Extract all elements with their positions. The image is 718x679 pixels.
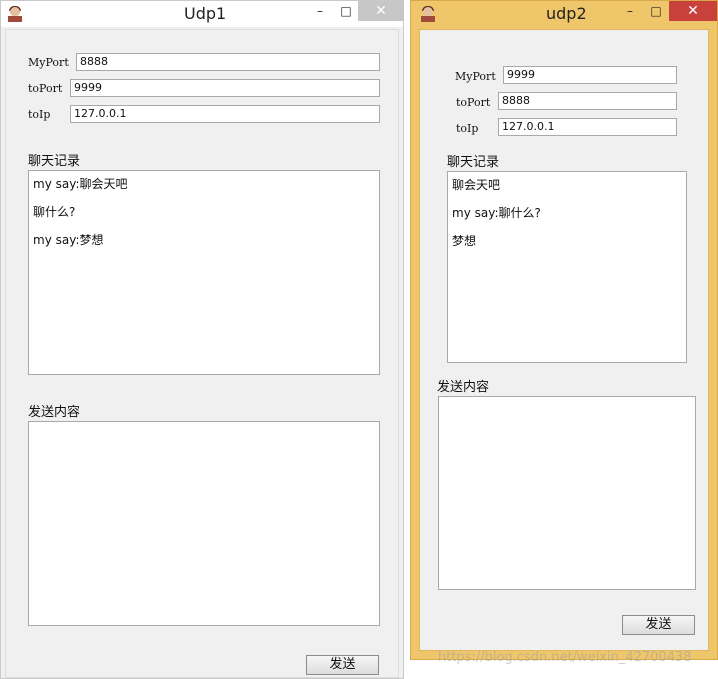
- toip-label: toIp: [28, 108, 51, 121]
- chat-message: my say:聊什么?: [452, 206, 541, 220]
- chat-message: 聊什么?: [33, 205, 76, 219]
- toip-input[interactable]: 127.0.0.1: [498, 118, 677, 136]
- chat-history-box[interactable]: 聊会天吧 my say:聊什么? 梦想: [447, 171, 687, 363]
- maximize-button[interactable]: □: [334, 1, 358, 21]
- maximize-button[interactable]: □: [643, 1, 669, 21]
- toport-input[interactable]: 8888: [498, 92, 677, 110]
- title-bar[interactable]: Udp1 – □ ✕: [1, 1, 404, 27]
- chat-message: 梦想: [452, 234, 477, 248]
- window-title: udp2: [546, 4, 587, 23]
- myport-label: MyPort: [455, 70, 496, 83]
- send-content-input[interactable]: [28, 421, 380, 626]
- send-button[interactable]: 发送: [622, 615, 695, 635]
- chat-history-box[interactable]: my say:聊会天吧 聊什么? my say:梦想: [28, 170, 380, 375]
- chat-history-label: 聊天记录: [447, 155, 500, 170]
- chat-message: 聊会天吧: [452, 178, 501, 192]
- send-content-input[interactable]: [438, 396, 696, 590]
- toport-label: toPort: [456, 96, 491, 109]
- minimize-button[interactable]: –: [617, 1, 643, 21]
- close-button[interactable]: ✕: [358, 1, 404, 21]
- toport-label: toPort: [28, 82, 63, 95]
- myport-input[interactable]: 8888: [76, 53, 380, 71]
- minimize-button[interactable]: –: [306, 1, 334, 21]
- chat-message: my say:梦想: [33, 233, 104, 247]
- toport-input[interactable]: 9999: [70, 79, 380, 97]
- title-bar[interactable]: udp2 – □ ✕: [411, 1, 717, 27]
- send-content-label: 发送内容: [437, 380, 490, 395]
- send-content-label: 发送内容: [28, 405, 81, 420]
- chat-message: my say:聊会天吧: [33, 177, 128, 191]
- udp2-window: udp2 – □ ✕ MyPort 9999 toPort 8888 toIp …: [410, 0, 718, 660]
- watermark-text: https://blog.csdn.net/weixin_42700438: [438, 650, 692, 665]
- avatar-icon: [7, 6, 23, 22]
- myport-input[interactable]: 9999: [503, 66, 677, 84]
- chat-history-label: 聊天记录: [28, 154, 81, 169]
- close-button[interactable]: ✕: [669, 1, 717, 21]
- avatar-icon: [420, 6, 436, 22]
- window-title: Udp1: [184, 4, 227, 23]
- udp1-window: Udp1 – □ ✕ MyPort 8888 toPort 9999 toIp …: [0, 0, 404, 679]
- toip-label: toIp: [456, 122, 479, 135]
- toip-input[interactable]: 127.0.0.1: [70, 105, 380, 123]
- send-button[interactable]: 发送: [306, 655, 379, 675]
- myport-label: MyPort: [28, 56, 69, 69]
